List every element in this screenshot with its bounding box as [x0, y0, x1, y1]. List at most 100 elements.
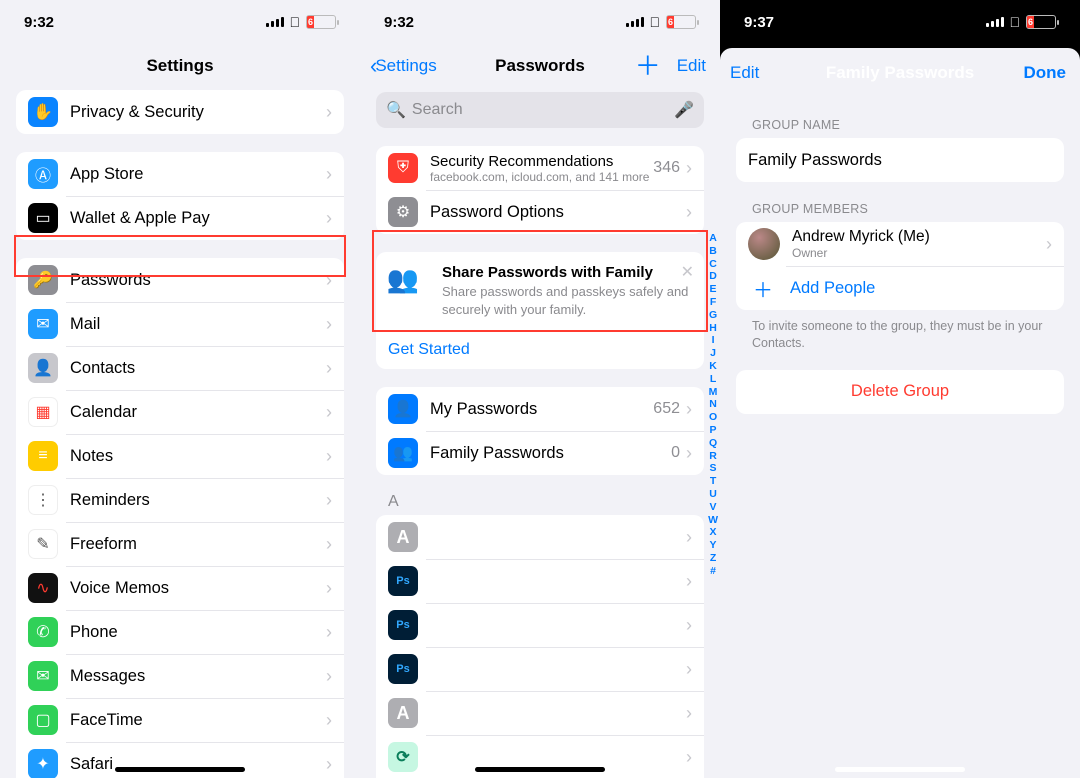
chevron-right-icon: ›: [326, 164, 332, 185]
row-security-recs[interactable]: ⛨ Security Recommendations facebook.com,…: [376, 146, 704, 190]
row-privacy[interactable]: ✋ Privacy & Security ›: [16, 90, 344, 134]
site-icon: Ps: [388, 610, 418, 640]
delete-group-button[interactable]: Delete Group: [736, 370, 1064, 414]
index-letter[interactable]: J: [708, 347, 718, 360]
index-letter[interactable]: V: [708, 501, 718, 514]
row-freeform[interactable]: ✎ Freeform ›: [16, 522, 344, 566]
chevron-right-icon: ›: [326, 270, 332, 291]
index-letter[interactable]: F: [708, 296, 718, 309]
index-letter[interactable]: O: [708, 411, 718, 424]
search-input[interactable]: 🔍 Search 🎤: [376, 92, 704, 128]
site-icon: ⟳: [388, 742, 418, 772]
row-family-passwords[interactable]: 👥 Family Passwords 0 ›: [376, 431, 704, 475]
row-facetime[interactable]: ▢ FaceTime ›: [16, 698, 344, 742]
row-passwords[interactable]: 🔑 Passwords ›: [16, 258, 344, 302]
passwords-screen: 9:32 􀙇 6 ‹ Settings Passwords ＋ Edit 🔍 S…: [360, 0, 720, 778]
members-header: GROUP MEMBERS: [752, 202, 1080, 216]
row-contacts[interactable]: 👤 Contacts ›: [16, 346, 344, 390]
index-letter[interactable]: C: [708, 258, 718, 271]
row-appstore[interactable]: Ⓐ App Store ›: [16, 152, 344, 196]
index-letter[interactable]: N: [708, 398, 718, 411]
avatar: [748, 228, 780, 260]
get-started-button[interactable]: Get Started: [376, 330, 704, 369]
index-letter[interactable]: B: [708, 245, 718, 258]
index-letter[interactable]: K: [708, 360, 718, 373]
home-indicator[interactable]: [475, 767, 605, 772]
index-letter[interactable]: I: [708, 334, 718, 347]
member-row[interactable]: Andrew Myrick (Me) Owner ›: [736, 222, 1064, 266]
row-messages[interactable]: ✉ Messages ›: [16, 654, 344, 698]
row-password-options[interactable]: ⚙ Password Options ›: [376, 190, 704, 234]
index-letter[interactable]: Y: [708, 539, 718, 552]
contacts-icon: 👤: [28, 353, 58, 383]
index-letter[interactable]: T: [708, 475, 718, 488]
cell-signal-icon: [626, 17, 644, 27]
edit-button[interactable]: Edit: [730, 63, 759, 83]
index-letter[interactable]: P: [708, 424, 718, 437]
back-button[interactable]: ‹ Settings: [370, 55, 437, 77]
reminders-icon: ⋮: [28, 485, 58, 515]
row-reminders[interactable]: ⋮ Reminders ›: [16, 478, 344, 522]
add-people-button[interactable]: ＋ Add People: [736, 266, 1064, 310]
index-letter[interactable]: H: [708, 322, 718, 335]
row-my-passwords[interactable]: 👤 My Passwords 652 ›: [376, 387, 704, 431]
row-calendar[interactable]: ▦ Calendar ›: [16, 390, 344, 434]
index-letter[interactable]: G: [708, 309, 718, 322]
battery-icon: 6: [1026, 15, 1056, 29]
index-letter[interactable]: X: [708, 526, 718, 539]
row-phone[interactable]: ✆ Phone ›: [16, 610, 344, 654]
cell-signal-icon: [986, 17, 1004, 27]
group-name-field[interactable]: Family Passwords: [736, 138, 1064, 182]
calendar-icon: ▦: [28, 397, 58, 427]
mic-icon[interactable]: 🎤: [674, 100, 694, 120]
sheet: Edit Family Passwords Done GROUP NAME Fa…: [720, 48, 1080, 778]
add-button[interactable]: ＋: [635, 53, 661, 79]
index-letter[interactable]: R: [708, 450, 718, 463]
site-icon: A: [388, 522, 418, 552]
index-letter[interactable]: U: [708, 488, 718, 501]
row-safari[interactable]: ✦ Safari ›: [16, 742, 344, 778]
password-entry[interactable]: A ›: [376, 691, 704, 735]
done-button[interactable]: Done: [1024, 63, 1067, 83]
settings-list[interactable]: ✋ Privacy & Security › Ⓐ App Store › ▭ W…: [0, 88, 360, 778]
password-entry[interactable]: A ›: [376, 515, 704, 559]
index-strip[interactable]: ABCDEFGHIJKLMNOPQRSTUVWXYZ#: [708, 232, 718, 578]
index-letter[interactable]: M: [708, 386, 718, 399]
home-indicator[interactable]: [835, 767, 965, 772]
index-letter[interactable]: Z: [708, 552, 718, 565]
index-letter[interactable]: A: [708, 232, 718, 245]
index-letter[interactable]: D: [708, 270, 718, 283]
chevron-right-icon: ›: [326, 446, 332, 467]
search-icon: 🔍: [386, 100, 406, 120]
password-entry[interactable]: Ps ›: [376, 647, 704, 691]
status-right: 􀙇 6: [986, 14, 1057, 30]
page-title: Settings: [146, 56, 213, 76]
shield-icon: ⛨: [388, 153, 418, 183]
password-entry[interactable]: Ps ›: [376, 603, 704, 647]
index-letter[interactable]: S: [708, 462, 718, 475]
chevron-right-icon: ›: [326, 754, 332, 775]
index-letter[interactable]: L: [708, 373, 718, 386]
home-indicator[interactable]: [115, 767, 245, 772]
clock: 9:32: [384, 14, 414, 31]
index-letter[interactable]: #: [708, 565, 718, 578]
row-wallet[interactable]: ▭ Wallet & Apple Pay ›: [16, 196, 344, 240]
password-entry[interactable]: Ps ›: [376, 559, 704, 603]
chevron-right-icon: ›: [326, 534, 332, 555]
nav-bar: Settings: [0, 44, 360, 88]
edit-button[interactable]: Edit: [677, 56, 706, 76]
index-letter[interactable]: Q: [708, 437, 718, 450]
index-letter[interactable]: E: [708, 283, 718, 296]
person-icon: 👤: [388, 394, 418, 424]
chevron-right-icon: ›: [326, 622, 332, 643]
row-mail[interactable]: ✉ Mail ›: [16, 302, 344, 346]
site-icon: A: [388, 698, 418, 728]
settings-screen: 9:32 􀙇 6 Settings ✋ Privacy & Security ›…: [0, 0, 360, 778]
wallet-icon: ▭: [28, 203, 58, 233]
safari-icon: ✦: [28, 749, 58, 778]
index-letter[interactable]: W: [708, 514, 718, 527]
row-notes[interactable]: ≡ Notes ›: [16, 434, 344, 478]
hand-icon: ✋: [28, 97, 58, 127]
close-icon[interactable]: ✕: [681, 262, 694, 282]
row-voicememos[interactable]: ∿ Voice Memos ›: [16, 566, 344, 610]
